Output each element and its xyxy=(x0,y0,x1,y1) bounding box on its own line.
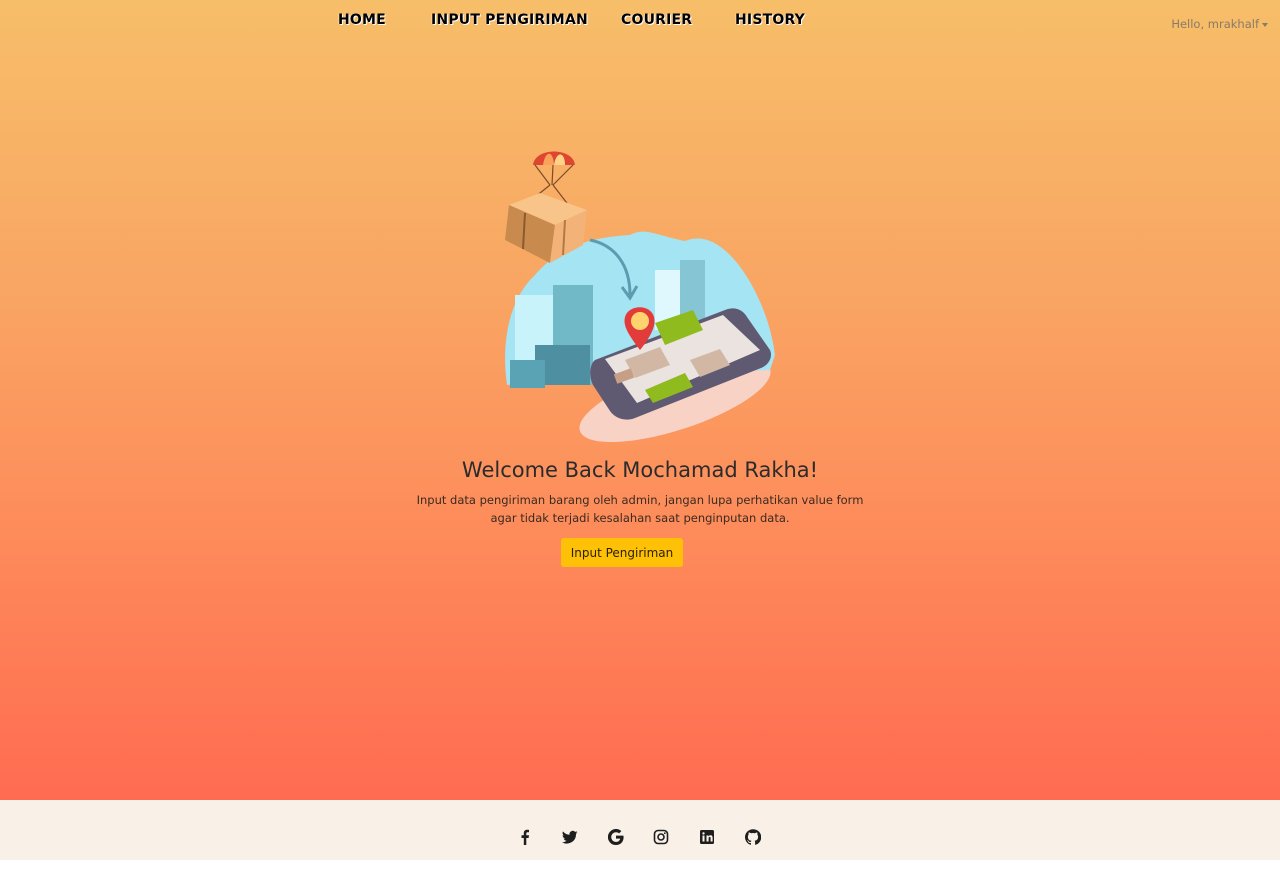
footer xyxy=(0,800,1280,860)
delivery-illustration xyxy=(505,151,775,443)
user-greeting: Hello, mrakhalf xyxy=(1171,17,1259,31)
twitter-icon[interactable] xyxy=(561,828,579,846)
user-dropdown-toggle[interactable]: Hello, mrakhalf xyxy=(1171,17,1268,31)
nav-courier-link[interactable]: COURIER xyxy=(621,12,692,28)
hero-section: HOME INPUT PENGIRIMAN COURIER HISTORY He… xyxy=(0,0,1280,800)
facebook-icon[interactable] xyxy=(516,828,534,846)
main-navbar: HOME INPUT PENGIRIMAN COURIER HISTORY He… xyxy=(0,0,1280,44)
nav-home-link[interactable]: HOME xyxy=(338,12,386,28)
welcome-title: Welcome Back Mochamad Rakha! xyxy=(461,458,819,482)
instagram-icon[interactable] xyxy=(652,828,670,846)
linkedin-icon[interactable] xyxy=(698,828,716,846)
github-icon[interactable] xyxy=(744,828,762,846)
google-icon[interactable] xyxy=(607,828,625,846)
welcome-description: Input data pengiriman barang oleh admin,… xyxy=(416,493,864,525)
nav-input-pengiriman-link[interactable]: INPUT PENGIRIMAN xyxy=(431,12,588,28)
nav-history-link[interactable]: HISTORY xyxy=(735,12,805,28)
caret-down-icon xyxy=(1262,22,1268,27)
input-pengiriman-button[interactable]: Input Pengiriman xyxy=(561,538,683,567)
